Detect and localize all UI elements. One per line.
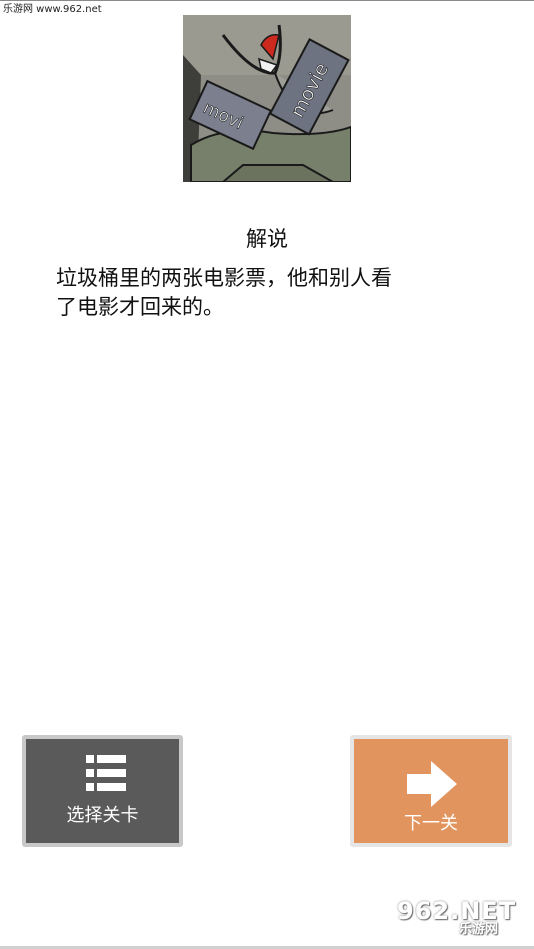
top-border <box>0 0 534 1</box>
list-icon <box>86 755 126 797</box>
watermark-sub: 乐游网 <box>459 922 499 937</box>
explanation-heading: 解说 <box>246 227 288 251</box>
puzzle-illustration: movi movie <box>183 15 351 182</box>
arrow-right-icon <box>407 761 457 811</box>
explanation-line-1: 垃圾桶里的两张电影票，他和别人看 <box>56 266 392 290</box>
next-level-button[interactable]: 下一关 <box>350 735 512 847</box>
explanation-body: 垃圾桶里的两张电影票，他和别人看 了电影才回来的。 <box>56 264 456 322</box>
select-level-label: 选择关卡 <box>66 805 139 826</box>
select-level-button[interactable]: 选择关卡 <box>22 735 183 847</box>
watermark-top: 乐游网 www.962.net <box>3 4 102 15</box>
explanation-line-2: 了电影才回来的。 <box>56 295 224 319</box>
next-level-label: 下一关 <box>404 813 458 834</box>
watermark-logo: 962.NET 乐游网 <box>397 898 529 942</box>
watermark-brand: 962.NET <box>397 897 517 925</box>
